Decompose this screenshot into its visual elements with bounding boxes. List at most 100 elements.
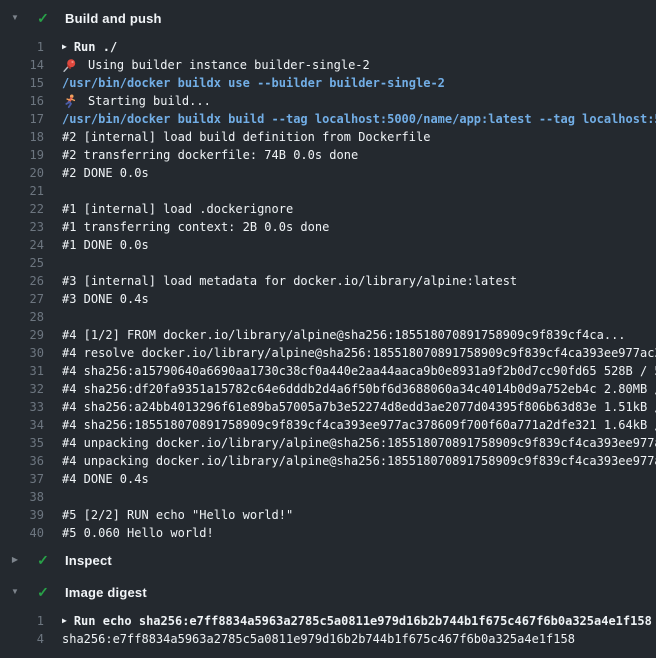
- success-check-icon: ✓: [35, 585, 51, 599]
- line-number[interactable]: 19: [0, 146, 44, 164]
- chevron-down-icon: ▼: [8, 14, 22, 22]
- line-number[interactable]: 26: [0, 272, 44, 290]
- line-number[interactable]: 14: [0, 56, 44, 74]
- section-title: Image digest: [65, 585, 147, 600]
- log-line: 23 #1 transferring context: 2B 0.0s done: [0, 218, 656, 236]
- line-number[interactable]: 27: [0, 290, 44, 308]
- chevron-down-icon: ▼: [8, 588, 22, 596]
- line-number[interactable]: 1: [0, 38, 44, 56]
- log-text-cell: Starting build...: [62, 92, 656, 110]
- log-text: Run ./: [74, 38, 117, 56]
- line-number[interactable]: 28: [0, 308, 44, 326]
- log-text: Run echo sha256:e7ff8834a5963a2785c5a081…: [74, 612, 652, 630]
- section-title: Build and push: [65, 11, 162, 26]
- line-number[interactable]: 37: [0, 470, 44, 488]
- log-text: #4 unpacking docker.io/library/alpine@sh…: [62, 434, 656, 452]
- line-number[interactable]: 1: [0, 612, 44, 630]
- section-log-body: 1 ▶Run echo sha256:e7ff8834a5963a2785c5a0…: [0, 606, 656, 648]
- log-line: 34 #4 sha256:185518070891758909c9f839cf4c…: [0, 416, 656, 434]
- line-number[interactable]: 32: [0, 380, 44, 398]
- line-number[interactable]: 31: [0, 362, 44, 380]
- line-number[interactable]: 24: [0, 236, 44, 254]
- log-line: 15/usr/bin/docker buildx use --builder b…: [0, 74, 656, 92]
- log-line: 36 #4 unpacking docker.io/library/alpine@…: [0, 452, 656, 470]
- log-text: #2 DONE 0.0s: [62, 164, 149, 182]
- line-number[interactable]: 36: [0, 452, 44, 470]
- log-text-cell: #2 DONE 0.0s: [62, 164, 656, 182]
- log-text: #4 sha256:a15790640a6690aa1730c38cf0a440…: [62, 362, 656, 380]
- log-line: 30 #4 resolve docker.io/library/alpine@sh…: [0, 344, 656, 362]
- log-text: #3 [internal] load metadata for docker.i…: [62, 272, 517, 290]
- line-number[interactable]: 40: [0, 524, 44, 542]
- log-text-cell: #4 unpacking docker.io/library/alpine@sh…: [62, 434, 656, 452]
- line-number[interactable]: 22: [0, 200, 44, 218]
- log-text-cell: Using builder instance builder-single-2: [62, 56, 656, 74]
- line-number[interactable]: 38: [0, 488, 44, 506]
- line-number[interactable]: 4: [0, 630, 44, 648]
- log-group-toggle[interactable]: ▶Run ./: [62, 38, 656, 56]
- line-number[interactable]: 20: [0, 164, 44, 182]
- log-line: 18#2 [internal] load build definition fr…: [0, 128, 656, 146]
- log-line: 40 #5 0.060 Hello world!: [0, 524, 656, 542]
- log-text-cell: #5 [2/2] RUN echo "Hello world!": [62, 506, 656, 524]
- log-text-cell: #1 transferring context: 2B 0.0s done: [62, 218, 656, 236]
- success-check-icon: ✓: [35, 553, 51, 567]
- line-number[interactable]: 18: [0, 128, 44, 146]
- line-number[interactable]: 25: [0, 254, 44, 272]
- log-text-cell: #1 DONE 0.0s: [62, 236, 656, 254]
- log-line: 37 #4 DONE 0.4s: [0, 470, 656, 488]
- line-number[interactable]: 21: [0, 182, 44, 200]
- log-line: 32#4 sha256:df20fa9351a15782c64e6dddb2d4…: [0, 380, 656, 398]
- log-line: 25: [0, 254, 656, 272]
- log-text: Starting build...: [88, 92, 211, 110]
- log-text: #4 [1/2] FROM docker.io/library/alpine@s…: [62, 326, 626, 344]
- log-text: Using builder instance builder-single-2: [88, 56, 370, 74]
- line-number[interactable]: 34: [0, 416, 44, 434]
- log-text-cell: #2 transferring dockerfile: 74B 0.0s don…: [62, 146, 656, 164]
- line-number[interactable]: 17: [0, 110, 44, 128]
- log-text: #4 sha256:a24bb4013296f61e89ba57005a7b3e…: [62, 398, 656, 416]
- log-text: #4 sha256:185518070891758909c9f839cf4ca3…: [62, 416, 656, 434]
- log-text-cell: #4 sha256:a24bb4013296f61e89ba57005a7b3e…: [62, 398, 656, 416]
- log-line: 29 #4 [1/2] FROM docker.io/library/alpine…: [0, 326, 656, 344]
- success-check-icon: ✓: [35, 11, 51, 25]
- log-text: /usr/bin/docker buildx build --tag local…: [62, 110, 656, 128]
- section-header-build-and-push[interactable]: ▼ ✓ Build and push: [0, 4, 656, 32]
- line-number[interactable]: 33: [0, 398, 44, 416]
- log-line: 20 #2 DONE 0.0s: [0, 164, 656, 182]
- line-number[interactable]: 39: [0, 506, 44, 524]
- log-line: 35 #4 unpacking docker.io/library/alpine@…: [0, 434, 656, 452]
- log-line: 24 #1 DONE 0.0s: [0, 236, 656, 254]
- log-group-toggle[interactable]: ▶Run echo sha256:e7ff8834a5963a2785c5a08…: [62, 612, 656, 630]
- log-section-inspect: ▶✓Inspect: [0, 546, 656, 574]
- line-number[interactable]: 29: [0, 326, 44, 344]
- log-text: /usr/bin/docker buildx use --builder bui…: [62, 74, 445, 92]
- line-number[interactable]: 16: [0, 92, 44, 110]
- log-line: 14 Using builder instance builder-single…: [0, 56, 656, 74]
- log-section-image-digest: ▼ ✓ Image digest 1 ▶Run echo sha256:e7ff8834…: [0, 578, 656, 648]
- log-text: #1 DONE 0.0s: [62, 236, 149, 254]
- line-number[interactable]: 30: [0, 344, 44, 362]
- log-line: 33 #4 sha256:a24bb4013296f61e89ba57005a7b…: [0, 398, 656, 416]
- pushpin-icon: [62, 58, 77, 73]
- line-number[interactable]: 35: [0, 434, 44, 452]
- log-text: sha256:e7ff8834a5963a2785c5a0811e979d16b…: [62, 630, 575, 648]
- section-header-inspect[interactable]: ▶✓Inspect: [0, 546, 656, 574]
- log-text-cell: #4 unpacking docker.io/library/alpine@sh…: [62, 452, 656, 470]
- log-line: 17/usr/bin/docker buildx build --tag loc…: [0, 110, 656, 128]
- log-text-cell: #4 DONE 0.4s: [62, 470, 656, 488]
- log-text-cell: #5 0.060 Hello world!: [62, 524, 656, 542]
- chevron-right-icon: ▶: [8, 556, 22, 564]
- line-number[interactable]: 23: [0, 218, 44, 236]
- log-line: 19 #2 transferring dockerfile: 74B 0.0s d…: [0, 146, 656, 164]
- section-header-image-digest[interactable]: ▼ ✓ Image digest: [0, 578, 656, 606]
- log-text: #1 transferring context: 2B 0.0s done: [62, 218, 329, 236]
- log-text-cell: #1 [internal] load .dockerignore: [62, 200, 656, 218]
- log-text: #4 resolve docker.io/library/alpine@sha2…: [62, 344, 656, 362]
- log-text: #4 DONE 0.4s: [62, 470, 149, 488]
- log-text: #3 DONE 0.4s: [62, 290, 149, 308]
- log-text: #4 unpacking docker.io/library/alpine@sh…: [62, 452, 656, 470]
- line-number[interactable]: 15: [0, 74, 44, 92]
- log-text-cell: [62, 254, 656, 272]
- log-text: #1 [internal] load .dockerignore: [62, 200, 293, 218]
